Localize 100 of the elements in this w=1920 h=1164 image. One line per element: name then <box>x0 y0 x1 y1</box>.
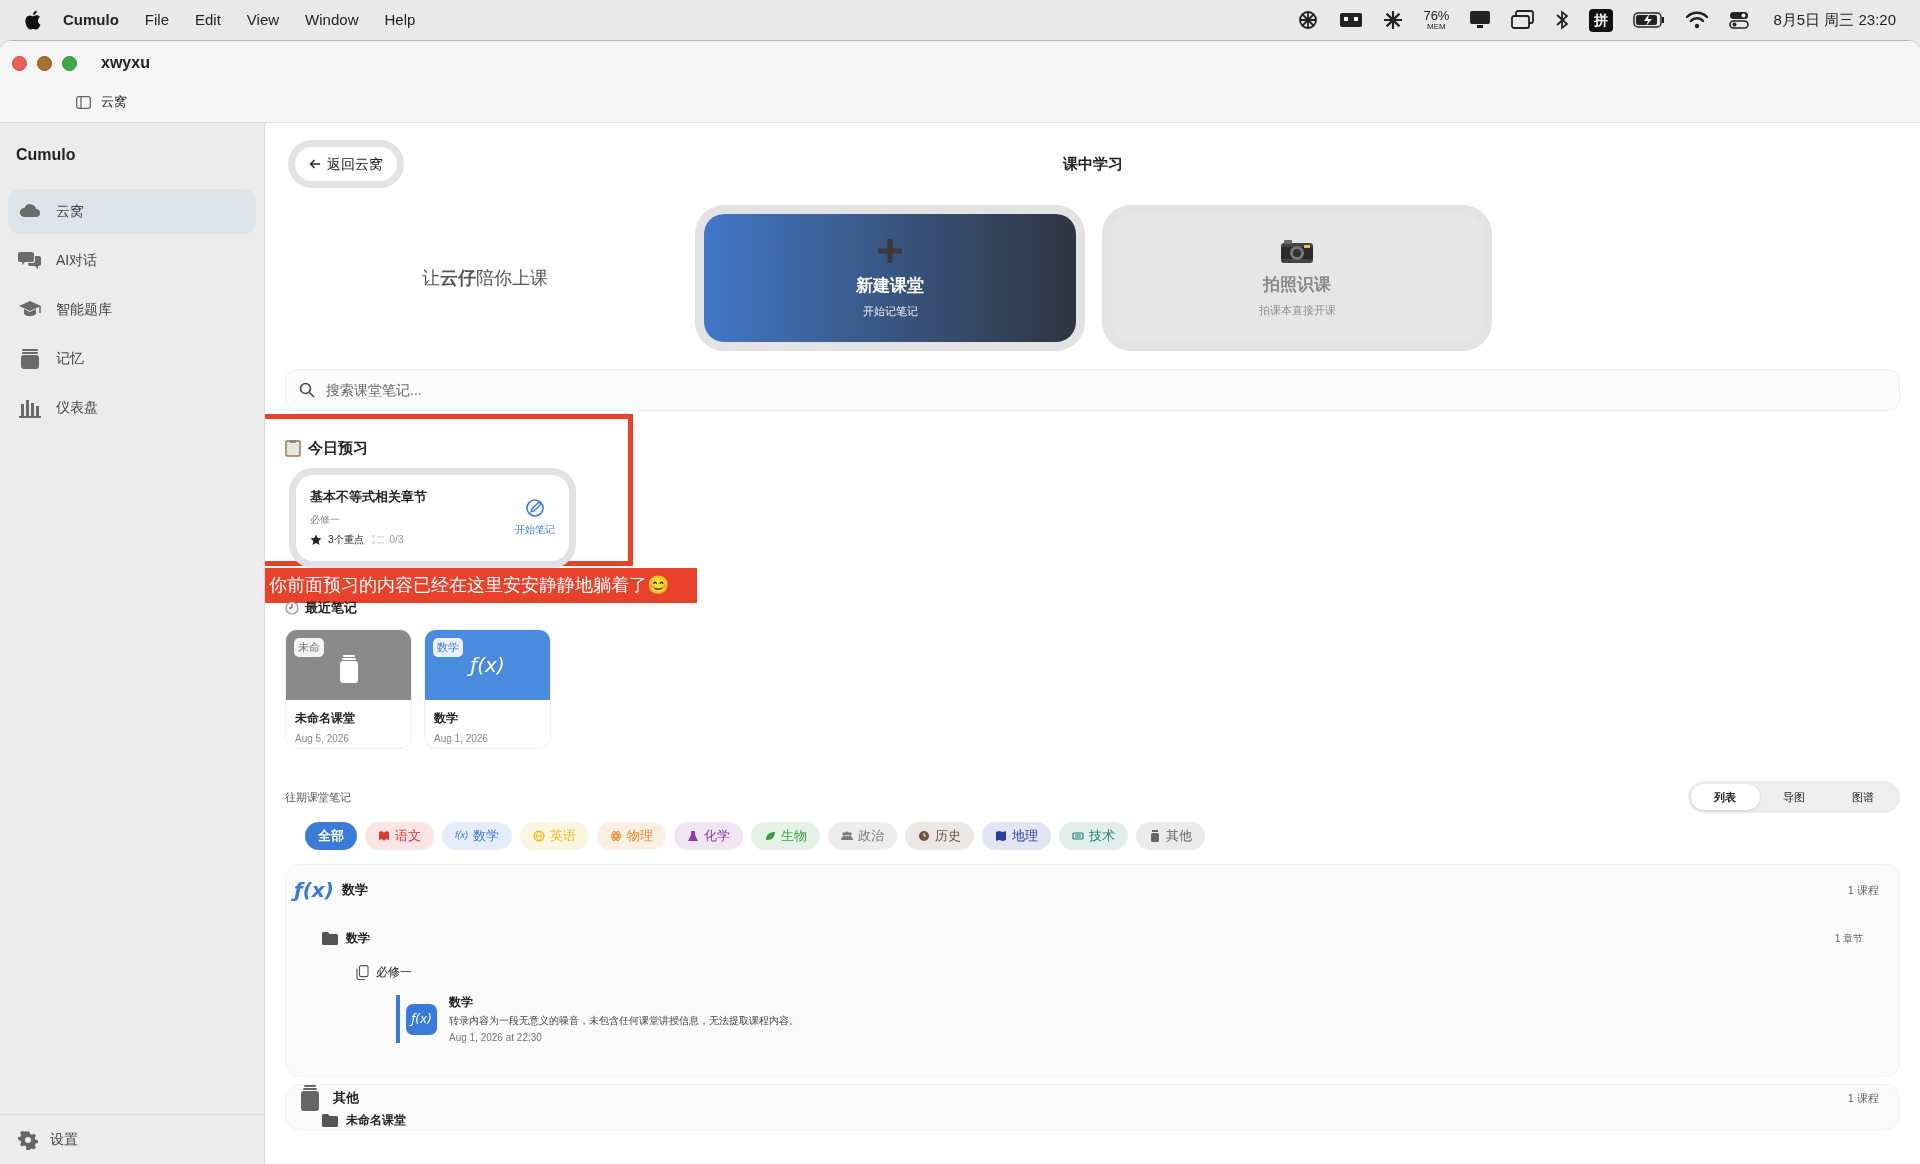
course-name: 数学 <box>341 881 368 900</box>
sidebar-item[interactable]: 智能题库 <box>8 287 256 332</box>
zoom-button[interactable] <box>62 55 77 71</box>
filter-chip[interactable]: 化学 <box>674 822 743 850</box>
book-icon <box>378 830 390 842</box>
window-title: xwyxu <box>101 53 150 73</box>
settings-icon <box>18 1129 38 1150</box>
chapter-name: 数学 <box>346 930 370 947</box>
note-date: Aug 5, 2026 <box>295 732 350 746</box>
search-icon <box>299 382 315 398</box>
note-date: Aug 1, 2026 <box>434 732 489 746</box>
note-row[interactable]: ƒ(x) 数学 转录内容为一段无意义的噪音，未包含任何课堂讲授信息，无法提取课程内容。 Aug 1, 2026 at 22:30 <box>396 995 1891 1043</box>
note-title: 未命名课堂 <box>295 710 356 727</box>
course-name: 其他 <box>333 1089 359 1108</box>
course-label: 必修一 <box>310 513 341 527</box>
display-icon <box>1469 10 1492 30</box>
memory-percent: 76% <box>1423 9 1450 22</box>
sidebar-item[interactable]: 仪表盘 <box>8 385 256 430</box>
view-tab[interactable]: 图谱 <box>1828 784 1897 810</box>
flask-icon <box>687 830 699 842</box>
input-method-badge[interactable]: 拼 <box>1589 8 1614 32</box>
atom-icon <box>610 830 622 842</box>
windows-icon <box>1511 10 1536 30</box>
preview-title: 基本不等式相关章节 <box>310 487 428 506</box>
view-tab[interactable]: 列表 <box>1691 784 1760 810</box>
face-box-icon <box>1339 11 1364 29</box>
menu-item[interactable]: Help <box>384 8 416 32</box>
formula-icon: ƒ(x) <box>406 1003 437 1035</box>
people-icon <box>841 830 853 842</box>
note-title: 数学 <box>449 994 474 1011</box>
bluetooth-icon <box>1555 10 1570 30</box>
control-center-icon <box>1729 10 1750 30</box>
search-field[interactable]: 搜索课堂笔记... <box>285 369 1900 411</box>
note-card[interactable]: 未命 未命名课堂 Aug 5, 2026 <box>285 629 412 749</box>
star-icon <box>310 533 322 546</box>
pencil-circle-icon <box>525 498 545 518</box>
subject-badge: 未命 <box>294 638 324 657</box>
checklist-icon <box>371 534 384 545</box>
sidebar-toggle-icon <box>76 95 91 109</box>
clock-icon <box>285 601 299 615</box>
menu-item[interactable]: Window <box>305 8 359 32</box>
globe-icon <box>533 830 545 842</box>
clipboard-icon <box>285 439 301 458</box>
course-count: 1 课程 <box>1847 1090 1879 1106</box>
note-summary: 转录内容为一段无意义的噪音，未包含任何课堂讲授信息，无法提取课程内容。 <box>449 1014 799 1028</box>
folder-icon <box>322 931 338 945</box>
note-time: Aug 1, 2026 at 22:30 <box>449 1031 543 1045</box>
wifi-icon <box>1685 11 1710 29</box>
start-note-button[interactable]: 开始笔记 <box>515 486 555 549</box>
sidebar-item[interactable]: 记忆 <box>8 336 256 381</box>
menu-item[interactable]: Edit <box>195 8 221 32</box>
filter-chip[interactable]: f(x) 数学 <box>442 822 512 850</box>
folder-icon <box>322 1113 338 1127</box>
filter-chip[interactable]: 技术 <box>1059 822 1128 850</box>
note-card[interactable]: 数学 ƒ(x) 数学 Aug 1, 2026 <box>424 629 551 749</box>
menu-clock[interactable]: 8月5日 周三 23:20 <box>1773 8 1896 32</box>
clock-icon <box>918 830 930 842</box>
filter-chip[interactable]: 历史 <box>905 822 974 850</box>
battery-icon <box>1633 12 1666 28</box>
note-title: 数学 <box>434 710 459 727</box>
menu-item[interactable]: File <box>144 8 169 32</box>
filter-chip[interactable]: 政治 <box>828 822 897 850</box>
close-button[interactable] <box>12 55 27 71</box>
jar-icon <box>299 1085 321 1111</box>
tagline: 让云仔陪你上课 <box>422 266 548 290</box>
app-menu[interactable]: Cumulo <box>63 8 119 32</box>
highlights-count: 3个重点 <box>328 533 364 547</box>
filter-chip[interactable]: 地理 <box>982 822 1051 850</box>
memory-label: MEM <box>1427 23 1446 31</box>
map-icon <box>995 830 1007 842</box>
view-tab[interactable]: 导图 <box>1759 784 1829 810</box>
jar-icon <box>18 346 42 371</box>
progress-count: 0/3 <box>389 533 404 547</box>
filter-chip[interactable]: 语文 <box>365 822 434 850</box>
sidebar-item[interactable]: 云窝 <box>8 189 256 234</box>
filter-chip[interactable]: 全部 <box>305 822 357 850</box>
subject-badge: 数学 <box>433 638 463 657</box>
section-name: 必修一 <box>376 964 412 981</box>
settings-item[interactable]: 设置 <box>18 1129 78 1150</box>
flower-icon <box>1297 9 1320 31</box>
section-title: 往期课堂笔记 <box>285 789 351 805</box>
sidebar-item[interactable]: AI对话 <box>8 238 256 283</box>
camera-icon <box>1280 238 1314 264</box>
jar-icon <box>338 655 359 683</box>
course-count: 1 课程 <box>1847 882 1879 898</box>
minimize-button[interactable] <box>37 55 52 71</box>
page-title: 课中学习 <box>1062 153 1123 174</box>
filter-chip[interactable]: 其他 <box>1136 822 1205 850</box>
keyboard-icon <box>1072 830 1084 842</box>
breadcrumb: 云窝 <box>101 93 127 112</box>
sidebar-title: Cumulo <box>15 145 76 165</box>
section-title: 今日预习 <box>308 438 368 458</box>
plus-icon <box>876 237 904 265</box>
apple-logo-icon <box>24 10 41 30</box>
documents-icon <box>356 964 369 980</box>
jar-icon <box>1149 830 1161 842</box>
menu-item[interactable]: View <box>246 8 280 32</box>
leaf-icon <box>764 830 776 842</box>
sunburst-icon <box>1383 10 1404 30</box>
chapter-name: 未命名课堂 <box>346 1112 406 1129</box>
